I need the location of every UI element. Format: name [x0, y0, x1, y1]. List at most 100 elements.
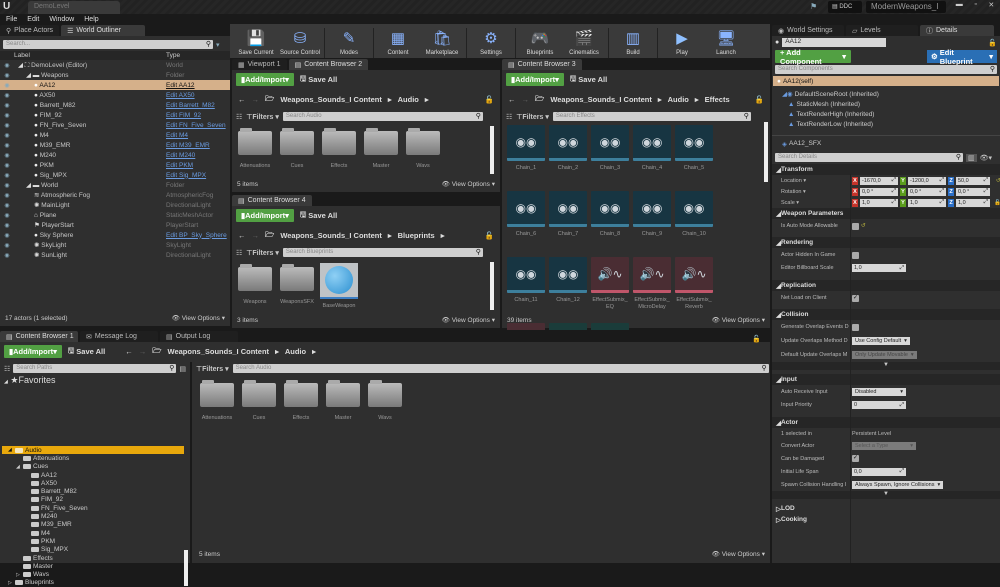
rotation-x-field[interactable]: 0,0 ° ⤢: [860, 187, 898, 196]
folder-tree-item[interactable]: Sig_MPX: [2, 546, 184, 554]
ddc-button[interactable]: ▤ DDC: [828, 1, 862, 13]
column-type[interactable]: Type: [166, 52, 180, 59]
net-load-checkbox[interactable]: ✓: [852, 294, 859, 302]
hidden-in-game-checkbox[interactable]: [852, 251, 859, 259]
outliner-search-input[interactable]: Search... ⚲: [3, 40, 213, 49]
view-options-button[interactable]: 👁 View Options ▾: [712, 550, 765, 558]
level-tab[interactable]: DemoLevel: [28, 1, 120, 14]
visibility-eye-icon[interactable]: ◉: [0, 102, 14, 109]
sources-toggle-icon[interactable]: ☷: [236, 249, 242, 257]
expand-arrow-icon[interactable]: ◢: [16, 464, 21, 470]
sound-asset[interactable]: ◉◉ Chain_2: [547, 125, 589, 189]
save-all-button[interactable]: 🖫 Save All: [300, 209, 337, 222]
folder-tree-item[interactable]: ◢ Audio: [2, 446, 184, 455]
search-paths-input[interactable]: Search Paths ⚲: [13, 364, 177, 373]
asset-folder[interactable]: Effects: [280, 379, 322, 421]
outliner-row[interactable]: ◉ ◢ ▬ Weapons Folder: [0, 70, 230, 80]
scrollbar[interactable]: [184, 550, 188, 586]
edit-blueprint-link[interactable]: Edit M4: [166, 132, 188, 139]
sources-toggle-icon[interactable]: ☷: [236, 113, 242, 121]
tab-viewport-1[interactable]: ▦ Viewport 1: [232, 59, 287, 70]
add-component-button[interactable]: + Add Component ▾: [775, 48, 851, 66]
forward-arrow-icon[interactable]: →: [139, 347, 147, 356]
filters-button[interactable]: ⊤Filters ▾: [246, 249, 279, 257]
visibility-eye-icon[interactable]: ◉: [0, 112, 14, 119]
save-all-button[interactable]: 🖫 Save All: [300, 73, 337, 86]
maximize-icon[interactable]: ▫: [974, 1, 976, 11]
breadcrumb-audio[interactable]: Audio: [285, 347, 306, 356]
breadcrumb-root[interactable]: Weapons_Sounds_I Content: [168, 347, 270, 356]
reset-to-default-icon[interactable]: ↺: [861, 223, 866, 229]
source-control-button[interactable]: ⛁ Source Control: [278, 28, 322, 58]
add-import-button[interactable]: ▮ Add/Import ▾: [4, 345, 62, 358]
sound-asset[interactable]: 🔊∿ EffectSubmix_ EQ: [589, 257, 631, 321]
asset-folder[interactable]: WeaponsSFX: [276, 263, 318, 309]
advanced-expand-icon[interactable]: ▼: [772, 362, 1000, 370]
visibility-eye-icon[interactable]: ◉: [0, 122, 14, 129]
section-replication[interactable]: ◢ Replication: [772, 280, 1000, 291]
settings-button[interactable]: ⚙ Settings: [469, 28, 513, 58]
component-item[interactable]: ● AA12(self): [773, 76, 999, 86]
folder-tree-item[interactable]: ▷ Blueprints: [2, 579, 184, 587]
edit-blueprint-link[interactable]: Edit FIM_92: [166, 112, 201, 119]
view-options-button[interactable]: 👁 View Options ▾: [172, 314, 225, 322]
edit-blueprint-link[interactable]: Edit FN_Five_Seven: [166, 122, 226, 129]
folder-tree-item[interactable]: Attenuations: [2, 454, 184, 462]
component-item[interactable]: ◈ AA12_SFX: [772, 135, 1000, 149]
lock-icon[interactable]: 🔓: [485, 95, 494, 104]
tab-world-settings[interactable]: ◉ World Settings: [772, 25, 844, 36]
expand-arrow-icon[interactable]: ▷: [16, 572, 21, 578]
scale-label[interactable]: Scale ▾: [781, 200, 799, 206]
expand-arrow-icon[interactable]: ◢: [8, 447, 13, 453]
tab-content-browser-3[interactable]: ▤ Content Browser 3: [502, 59, 582, 70]
add-import-button[interactable]: ▮ Add/Import ▾: [236, 73, 294, 86]
visibility-eye-icon[interactable]: ◉: [0, 172, 14, 179]
folder-tree-item[interactable]: M240: [2, 512, 184, 520]
outliner-row[interactable]: ◉ ● AX50 Edit AX50: [0, 90, 230, 100]
breadcrumb-root[interactable]: Weapons_Sounds_I Content: [280, 231, 382, 240]
asset-folder[interactable]: Attenuations: [234, 127, 276, 169]
default-update-dropdown[interactable]: Only Update Movable ▾: [852, 351, 917, 359]
edit-blueprint-link[interactable]: Edit AA12: [166, 82, 195, 89]
outliner-row[interactable]: ◉ ● FIM_92 Edit FIM_92: [0, 110, 230, 120]
menu-edit[interactable]: Edit: [27, 16, 39, 23]
lock-icon[interactable]: 🔓: [752, 335, 761, 343]
tab-message-log[interactable]: ✉ Message Log: [80, 331, 158, 342]
asset-folder[interactable]: Cues: [238, 379, 280, 421]
sound-asset[interactable]: ◉◉ Chain_6: [505, 191, 547, 255]
folder-tree-item[interactable]: PKM: [2, 537, 184, 545]
visibility-eye-icon[interactable]: ◉: [0, 142, 14, 149]
add-import-button[interactable]: ▮ Add/Import ▾: [506, 73, 564, 86]
column-label[interactable]: Label: [14, 52, 30, 59]
sound-asset[interactable]: ◉◉ Chain_11: [505, 257, 547, 321]
tab-content-browser-4[interactable]: ▤ Content Browser 4: [232, 195, 312, 206]
asset-folder[interactable]: Effects: [318, 127, 360, 169]
outliner-row[interactable]: ◉ ● M4 Edit M4: [0, 130, 230, 140]
close-icon[interactable]: ✕: [988, 1, 994, 11]
sound-asset[interactable]: ◉◉ Chain_10: [673, 191, 715, 255]
save-all-button[interactable]: 🖫 Save All: [570, 73, 607, 86]
asset-blueprint[interactable]: BaseWeapon: [318, 263, 360, 309]
outliner-row[interactable]: ◉ ● Sig_MPX Edit Sig_MPX: [0, 170, 230, 180]
section-collision[interactable]: ◢ Collision: [772, 309, 1000, 320]
section-transform[interactable]: ◢ Transform: [772, 164, 1000, 175]
outliner-row[interactable]: ◉ ⌂ Plane StaticMeshActor: [0, 210, 230, 220]
breadcrumb-effects[interactable]: Effects: [705, 95, 730, 104]
breadcrumb-root[interactable]: Weapons_Sounds_I Content: [550, 95, 652, 104]
life-span-field[interactable]: 0,0 ⤢: [852, 467, 906, 476]
property-matrix-icon[interactable]: ▥: [966, 153, 977, 162]
visibility-eye-icon[interactable]: ◉: [0, 92, 14, 99]
search-audio-input[interactable]: Search Audio ⚲: [282, 112, 483, 121]
section-rendering[interactable]: ◢ Rendering: [772, 237, 1000, 248]
visibility-eye-icon[interactable]: ◉: [0, 212, 14, 219]
outliner-row[interactable]: ◉ ✺ SkyLight SkyLight: [0, 240, 230, 250]
outliner-row[interactable]: ◉ ● Sky Sphere Edit BP_Sky_Sphere: [0, 230, 230, 240]
tab-world-outliner[interactable]: ☰ World Outliner: [61, 25, 146, 36]
sources-toggle-icon[interactable]: ☷: [4, 365, 10, 373]
menu-window[interactable]: Window: [49, 16, 74, 23]
edit-blueprint-link[interactable]: Edit Barrett_M82: [166, 102, 215, 109]
forward-arrow-icon[interactable]: →: [252, 95, 260, 104]
spawn-collision-dropdown[interactable]: Always Spawn, Ignore Collisions ▾: [852, 480, 944, 489]
outliner-row[interactable]: ◉ ● PKM Edit PKM: [0, 160, 230, 170]
folder-tree-item[interactable]: AX50: [2, 479, 184, 487]
